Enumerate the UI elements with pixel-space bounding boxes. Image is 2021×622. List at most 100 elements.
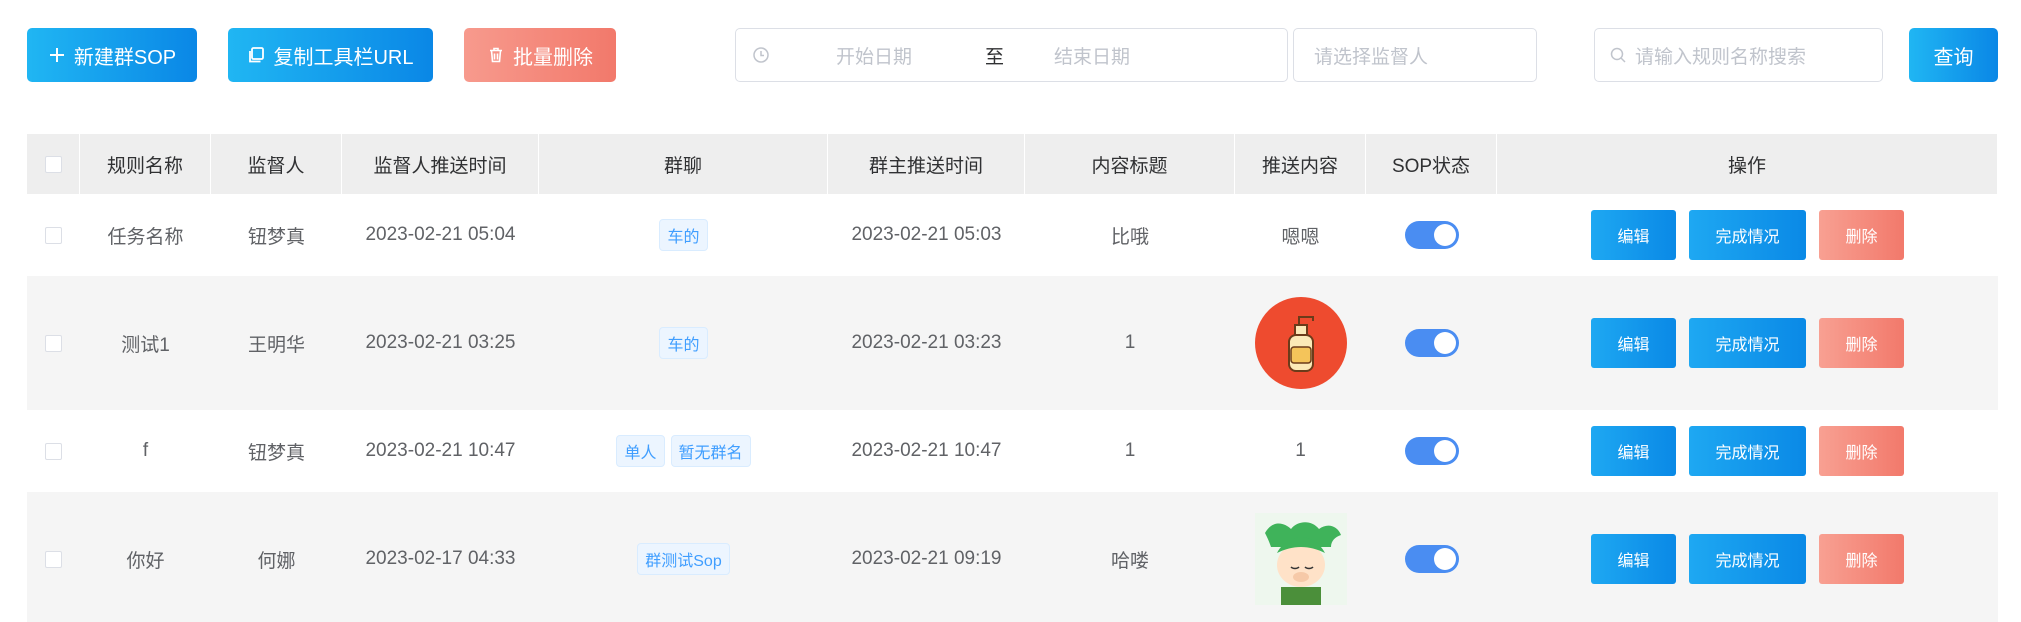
supervisor-cell: 何娜: [257, 550, 296, 572]
bottle-image: [1254, 297, 1347, 389]
sop-status-cell: [1366, 410, 1497, 492]
delete-button[interactable]: 删除: [1819, 318, 1904, 368]
edit-button[interactable]: 编辑: [1591, 534, 1676, 584]
table-row: 测试1 王明华 2023-02-21 03:25 车的 2023-02-21 0…: [27, 276, 1998, 410]
table-row: 你好 何娜 2023-02-17 04:33 群测试Sop 2023-02-21…: [27, 492, 1998, 622]
new-sop-button[interactable]: 新建群SOP: [27, 28, 197, 82]
header-actions: 操作: [1497, 134, 1998, 194]
header-group-chat: 群聊: [539, 134, 828, 194]
group-tag: 单人: [616, 435, 665, 467]
edit-button[interactable]: 编辑: [1591, 210, 1676, 260]
delete-button[interactable]: 删除: [1819, 426, 1904, 476]
search-placeholder: 请输入规则名称搜索: [1635, 46, 1807, 68]
owner-time-cell: 2023-02-21 10:47: [851, 440, 1002, 461]
completion-button[interactable]: 完成情况: [1689, 426, 1806, 476]
group-tag: 车的: [659, 219, 708, 251]
owner-time-cell: 2023-02-21 09:19: [851, 548, 1002, 569]
row-select-cell: [27, 194, 80, 276]
start-date-input[interactable]: 开始日期: [836, 42, 912, 69]
sop-table: 规则名称 监督人 监督人推送时间 群聊 群主推送时间 内容标题 推送内容 SOP…: [27, 134, 1998, 622]
date-range-picker[interactable]: 开始日期 至 结束日期: [735, 28, 1288, 82]
end-date-input[interactable]: 结束日期: [1054, 42, 1130, 69]
group-chat-cell: 群测试Sop: [539, 492, 828, 622]
group-chat-cell: 单人 暂无群名: [539, 410, 828, 492]
header-content-title: 内容标题: [1025, 134, 1235, 194]
push-content-cell: 1: [1295, 440, 1306, 461]
supervisor-cell: 王明华: [247, 334, 305, 356]
content-title-cell: 1: [1124, 332, 1136, 353]
query-label: 查询: [1933, 46, 1974, 69]
new-sop-label: 新建群SOP: [73, 46, 177, 69]
trash-icon: [490, 47, 502, 63]
rule-name-cell: 任务名称: [107, 226, 184, 248]
sop-status-cell: [1366, 276, 1497, 410]
supervisor-time-cell: 2023-02-21 05:04: [365, 224, 516, 245]
supervisor-select[interactable]: 请选择监督人: [1293, 28, 1537, 82]
select-all-checkbox[interactable]: [44, 155, 62, 173]
supervisor-cell: 钮梦真: [247, 226, 305, 248]
actions-cell: 编辑 完成情况 删除: [1497, 276, 1998, 410]
group-tag: 车的: [659, 327, 708, 359]
row-select-cell: [27, 410, 80, 492]
batch-delete-button[interactable]: 批量删除: [464, 28, 616, 82]
row-checkbox[interactable]: [45, 226, 62, 244]
toolbar: 新建群SOP 复制工具栏URL 批量删除 开始日期 至 结束日期 请选择监督人 …: [27, 28, 1998, 82]
group-tag: 暂无群名: [670, 435, 751, 467]
cartoon-girl-image: [1254, 513, 1347, 605]
copy-url-button[interactable]: 复制工具栏URL: [228, 28, 433, 82]
copy-url-label: 复制工具栏URL: [273, 46, 414, 69]
content-title-cell: 1: [1124, 440, 1136, 461]
query-button[interactable]: 查询: [1909, 28, 1998, 82]
rule-name-cell: f: [142, 440, 149, 461]
header-owner-push-time: 群主推送时间: [828, 134, 1025, 194]
edit-button[interactable]: 编辑: [1591, 426, 1676, 476]
content-title-cell: 比哦: [1110, 226, 1149, 248]
supervisor-time-cell: 2023-02-17 04:33: [365, 548, 516, 569]
header-supervisor: 监督人: [211, 134, 342, 194]
table-row: f 钮梦真 2023-02-21 10:47 单人 暂无群名 2023-02-2…: [27, 410, 1998, 492]
row-checkbox[interactable]: [45, 550, 62, 568]
owner-time-cell: 2023-02-21 05:03: [851, 224, 1002, 245]
supervisor-time-cell: 2023-02-21 03:25: [365, 332, 516, 353]
delete-button[interactable]: 删除: [1819, 210, 1904, 260]
search-icon: [1610, 47, 1626, 63]
group-chat-cell: 车的: [539, 194, 828, 276]
actions-cell: 编辑 完成情况 删除: [1497, 194, 1998, 276]
edit-button[interactable]: 编辑: [1591, 318, 1676, 368]
copy-icon: [249, 47, 265, 63]
rule-name-cell: 测试1: [121, 334, 170, 356]
sop-status-switch[interactable]: [1404, 437, 1459, 465]
supervisor-cell: 钮梦真: [247, 442, 305, 464]
table-row: 任务名称 钮梦真 2023-02-21 05:04 车的 2023-02-21 …: [27, 194, 1998, 276]
push-content-cell: [1235, 276, 1366, 410]
sop-status-switch[interactable]: [1404, 545, 1459, 573]
batch-delete-label: 批量删除: [513, 46, 593, 69]
sop-status-switch[interactable]: [1404, 329, 1459, 357]
push-content-cell: [1235, 492, 1366, 622]
row-checkbox[interactable]: [45, 442, 62, 460]
table-header: 规则名称 监督人 监督人推送时间 群聊 群主推送时间 内容标题 推送内容 SOP…: [27, 134, 1998, 194]
content-title-cell: 哈喽: [1110, 550, 1149, 572]
actions-cell: 编辑 完成情况 删除: [1497, 492, 1998, 622]
header-select-all: [27, 134, 80, 194]
group-chat-cell: 车的: [539, 276, 828, 410]
completion-button[interactable]: 完成情况: [1689, 534, 1806, 584]
group-tag: 群测试Sop: [637, 543, 730, 575]
row-select-cell: [27, 492, 80, 622]
delete-button[interactable]: 删除: [1819, 534, 1904, 584]
header-supervisor-push-time: 监督人推送时间: [342, 134, 539, 194]
push-content-cell: 嗯嗯: [1281, 226, 1320, 248]
sop-status-cell: [1366, 492, 1497, 622]
sop-status-cell: [1366, 194, 1497, 276]
clock-icon: [753, 47, 769, 63]
header-push-content: 推送内容: [1235, 134, 1366, 194]
actions-cell: 编辑 完成情况 删除: [1497, 410, 1998, 492]
search-input[interactable]: 请输入规则名称搜索: [1594, 28, 1883, 82]
row-checkbox[interactable]: [45, 334, 62, 352]
sop-status-switch[interactable]: [1404, 221, 1459, 249]
completion-button[interactable]: 完成情况: [1689, 210, 1806, 260]
header-sop-status: SOP状态: [1366, 134, 1497, 194]
supervisor-select-placeholder: 请选择监督人: [1314, 46, 1429, 68]
completion-button[interactable]: 完成情况: [1689, 318, 1806, 368]
plus-icon: [49, 48, 64, 62]
